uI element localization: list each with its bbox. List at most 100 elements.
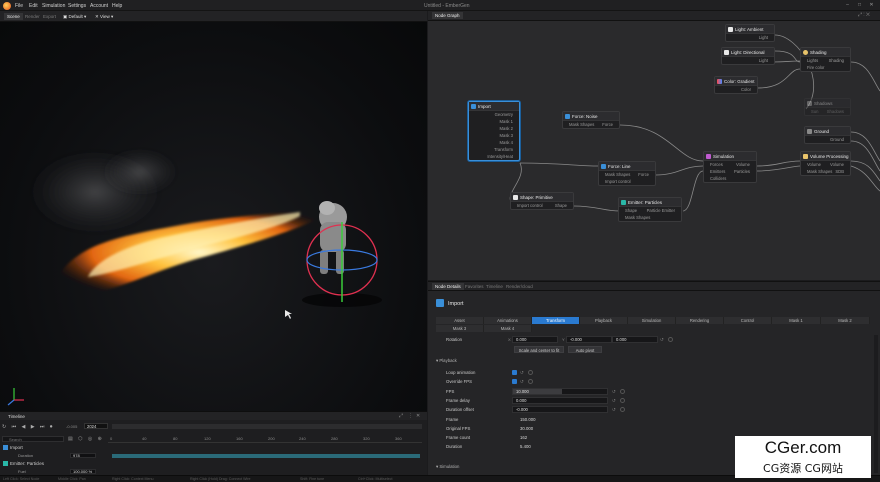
reset-icon[interactable]: ↺: [612, 398, 616, 404]
watermark-subtitle: CG资源 CG网站: [763, 462, 843, 475]
prop-duration-offset[interactable]: Duration offset -0.000 ↺: [436, 406, 870, 414]
auto-pivot-button[interactable]: Auto pivot: [568, 346, 602, 353]
ruler-tick: 80: [173, 436, 178, 441]
playback-controls[interactable]: ↻ ⏮ ◀ ▶ ⏭ ⏺: [2, 424, 54, 430]
close-icon[interactable]: ✕: [869, 3, 874, 8]
rotation-z-input[interactable]: 0.000: [612, 336, 658, 343]
ptab-asset[interactable]: Asset: [436, 317, 484, 324]
timeline-pin-icon[interactable]: ⤢: [399, 413, 403, 419]
timeline-search[interactable]: Search: [2, 436, 64, 442]
node-force-line[interactable]: Force: Line Mask Shapes Force Import cont…: [598, 161, 656, 186]
node-graph-canvas[interactable]: Light: Ambient Light Light: Directional …: [428, 21, 880, 280]
reset-icon[interactable]: ↺: [520, 379, 524, 385]
node-shadows[interactable]: Shadows Sun Shadows: [804, 98, 851, 116]
ruler-tick: 360: [395, 436, 402, 441]
timeline-ruler[interactable]: [108, 435, 422, 443]
timeline-close-icon[interactable]: ✕: [416, 413, 420, 419]
reset-icon[interactable]: ↺: [612, 407, 616, 413]
ptab-mask-2[interactable]: Mask 2: [821, 317, 870, 324]
keyframe-icon[interactable]: [528, 370, 533, 375]
menu-settings[interactable]: Settings: [68, 3, 86, 9]
keyframe-icon[interactable]: [620, 407, 625, 412]
camera-dropdown[interactable]: ▣ Default ▾: [60, 13, 89, 20]
ptab-control[interactable]: Control: [724, 317, 772, 324]
node-ground[interactable]: Ground Ground: [804, 126, 851, 144]
menu-edit[interactable]: Edit: [29, 3, 38, 9]
ptab-mask-3[interactable]: Mask 3: [436, 325, 484, 332]
section-simulation[interactable]: ▾ Simulation: [436, 464, 459, 470]
track-emitter[interactable]: Emitter: Particles: [0, 461, 427, 469]
current-frame-input[interactable]: 2024: [84, 423, 108, 429]
keyframe-icon[interactable]: [668, 337, 673, 342]
prop-fps[interactable]: FPS 10.000 ↺: [436, 388, 870, 396]
view-dropdown[interactable]: ✕ View ▾: [92, 13, 116, 20]
reset-icon[interactable]: ↺: [612, 389, 616, 395]
override-fps-checkbox[interactable]: [512, 379, 517, 384]
mouse-cursor: [285, 310, 292, 319]
duration-offset-slider[interactable]: -0.000: [512, 406, 608, 413]
ptab-mask-1[interactable]: Mask 1: [772, 317, 821, 324]
node-simulation[interactable]: Simulation Forces Volume Emitters Particle…: [703, 151, 757, 183]
light-icon: [728, 27, 733, 32]
3d-viewport[interactable]: [0, 22, 427, 411]
section-playback[interactable]: ▾ Playback: [436, 358, 457, 364]
import-duration-bar[interactable]: [112, 454, 420, 458]
rotation-x-input[interactable]: 0.000: [512, 336, 558, 343]
menu-file[interactable]: File: [15, 3, 23, 9]
node-shape-primitive[interactable]: Shape: Primitive Import control Shape: [510, 192, 574, 210]
status-hint: Right Click: Context Menu: [112, 477, 154, 481]
node-volume-processing[interactable]: Volume Processing Volume Volume Mask Shap…: [800, 151, 851, 176]
node-emitter-particles[interactable]: Emitter: Particles Shape Particle Emitter…: [618, 197, 682, 222]
node-graph-menu-icon[interactable]: ⤢ ⋮ ✕: [858, 12, 870, 18]
tab-export[interactable]: Export: [40, 13, 59, 20]
minimize-icon[interactable]: –: [845, 3, 850, 8]
ptab-simulation[interactable]: Simulation: [628, 317, 676, 324]
prop-rotation[interactable]: Rotation X 0.000 Y -0.000 Z 0.000 ↺: [436, 336, 870, 344]
ptab-mask-4[interactable]: Mask 4: [484, 325, 532, 332]
ptab-transform[interactable]: Transform: [532, 317, 580, 324]
loop-animation-checkbox[interactable]: [512, 370, 517, 375]
keyframe-icon[interactable]: [620, 398, 625, 403]
node-color-gradient[interactable]: Color: Gradient Color: [714, 76, 758, 94]
prop-loop-animation[interactable]: Loop animation ↺: [436, 369, 870, 377]
node-force-noise[interactable]: Force: Noise Mask Shapes Force: [562, 111, 620, 129]
tab-render-cloud[interactable]: Render/cloud: [503, 283, 536, 290]
import-icon: [3, 445, 8, 450]
node-shading[interactable]: Shading Lights Shading Fire color: [800, 47, 851, 72]
keyframe-icon[interactable]: [620, 389, 625, 394]
reset-icon[interactable]: ↺: [660, 337, 664, 343]
timeline-menu-icon[interactable]: ⋮: [408, 413, 413, 419]
ptab-rendering[interactable]: Rendering: [676, 317, 724, 324]
volume-icon: [803, 154, 808, 159]
frame-scrubber[interactable]: [112, 424, 422, 429]
node-light-ambient[interactable]: Light: Ambient Light: [725, 24, 775, 42]
ptab-playback[interactable]: Playback: [580, 317, 628, 324]
rotation-y-input[interactable]: -0.000: [566, 336, 612, 343]
character-model: [319, 201, 347, 274]
track-import-duration[interactable]: Duration 978: [0, 453, 427, 461]
menu-help[interactable]: Help: [112, 3, 122, 9]
fps-slider[interactable]: 10.000: [512, 388, 608, 395]
frame-delay-slider[interactable]: 0.000: [512, 397, 608, 404]
reset-icon[interactable]: ↺: [520, 370, 524, 376]
scale-center-button[interactable]: Scale and center to fit: [514, 346, 564, 353]
timeline-tools[interactable]: ▤ ⬡ ◎ ⊕: [68, 436, 104, 442]
tab-node-graph[interactable]: Node Graph: [432, 12, 463, 19]
ptab-animations[interactable]: Animations: [484, 317, 532, 324]
track-import[interactable]: Import: [0, 445, 427, 453]
prop-override-fps[interactable]: Override FPS ↺: [436, 378, 870, 386]
force-icon: [565, 114, 570, 119]
menu-account[interactable]: Account: [90, 3, 108, 9]
tab-scene[interactable]: Scene: [4, 13, 23, 20]
keyframe-icon[interactable]: [528, 379, 533, 384]
node-light-directional[interactable]: Light: Directional Light: [721, 47, 775, 65]
status-hint: Middle Click: Pan: [58, 477, 86, 481]
menu-simulation[interactable]: Simulation: [42, 3, 65, 9]
details-scrollbar[interactable]: [874, 335, 878, 473]
node-graph-toolbar: Node Graph ⤢ ⋮ ✕: [428, 11, 880, 21]
node-import[interactable]: Import Geometry Mask 1 Mask 2 Mask 3 Mas…: [468, 101, 520, 161]
prop-frame-delay[interactable]: Frame delay 0.000 ↺: [436, 397, 870, 405]
maximize-icon[interactable]: □: [857, 3, 862, 8]
status-hint: Left Click: Select Node: [3, 477, 40, 481]
tab-node-details[interactable]: Node Details: [432, 283, 464, 290]
